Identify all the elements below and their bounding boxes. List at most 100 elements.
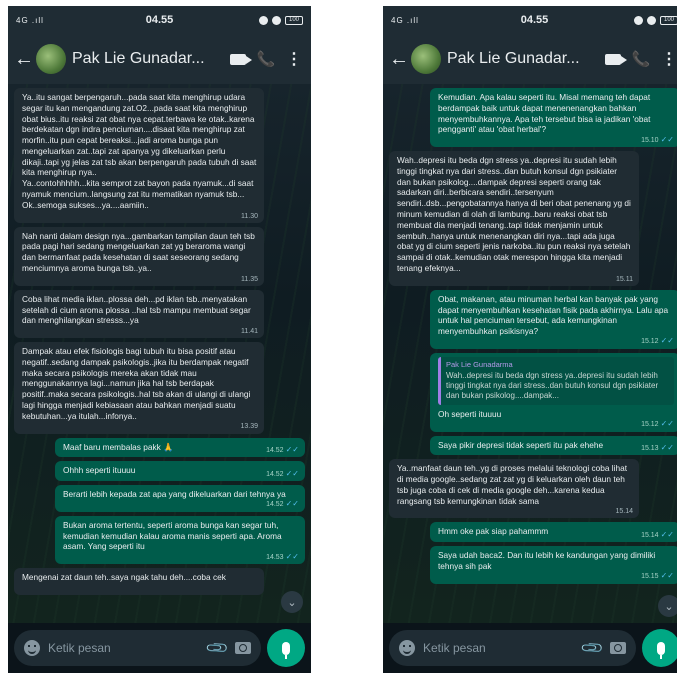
microphone-icon [282,641,290,659]
scroll-down-button[interactable]: ⌄ [658,595,677,617]
camera-icon[interactable] [610,642,626,654]
chevron-down-icon: ⌄ [664,600,674,613]
read-receipt-icon: ✓✓ [660,442,674,452]
outgoing-message[interactable]: Bukan aroma tertentu, seperti aroma bung… [55,515,305,565]
outgoing-message[interactable]: Saya udah baca2. Dan itu lebih ke kandun… [430,546,677,584]
phone-icon: 📞 [256,51,276,68]
voice-message-button[interactable] [267,629,305,667]
message-text: Kemudian. Apa kalau seperti itu. Misal m… [438,92,651,135]
video-call-button[interactable] [227,53,252,65]
message-input[interactable]: Ketik pesan 📎 [389,630,636,666]
message-time: 11.41 [241,327,258,335]
message-text: Bukan aroma tertentu, seperti aroma bung… [63,519,282,552]
message-time: 15.10 ✓✓ [641,134,674,144]
message-text: Ya..itu sangat berpengaruh...pada saat k… [22,92,257,210]
video-call-button[interactable] [602,53,627,65]
message-text: Maaf baru membalas pakk 🙏 [63,441,174,452]
chat-header: ← Pak Lie Gunadar... 📞 ⋮ [383,34,677,84]
more-options-icon[interactable]: ⋮ [283,49,305,69]
read-receipt-icon: ✓✓ [660,134,674,144]
outgoing-message[interactable]: Hmm oke pak siap pahammm 15.14 ✓✓ [430,522,677,543]
voice-call-button[interactable]: 📞 [255,50,277,68]
message-time: 15.15 ✓✓ [641,571,674,581]
message-text: Ohhh seperti ituuuu [63,465,136,476]
phone-screen-right: 4G .ıll 04.55 100 ← Pak Lie Gunadar... 📞… [383,6,677,673]
incoming-message[interactable]: Wah..depresi itu beda dgn stress ya..dep… [389,151,639,286]
read-receipt-icon: ✓✓ [285,499,299,509]
phone-icon: 📞 [631,51,651,68]
back-arrow-icon[interactable]: ← [14,48,34,71]
camera-icon[interactable] [235,642,251,654]
message-list[interactable]: Ya..itu sangat berpengaruh...pada saat k… [8,84,311,623]
read-receipt-icon: ✓✓ [285,551,299,561]
avatar[interactable] [36,44,66,74]
message-time: 15.14 ✓✓ [641,529,674,539]
voice-call-button[interactable]: 📞 [630,50,652,68]
attach-icon[interactable]: 📎 [580,635,605,661]
read-receipt-icon: ✓✓ [660,571,674,581]
avatar[interactable] [411,44,441,74]
message-time: 14.52 ✓✓ [266,499,299,509]
outgoing-message[interactable]: Maaf baru membalas pakk 🙏 14.52 ✓✓ [55,437,305,458]
status-bar: 4G .ıll 04.55 100 [383,6,677,34]
read-receipt-icon: ✓✓ [660,336,674,346]
incoming-message[interactable]: Mengenai zat daun teh..saya ngak tahu de… [14,568,264,595]
outgoing-message[interactable]: Saya pikir depresi tidak seperti itu pak… [430,435,677,456]
message-text: Mengenai zat daun teh..saya ngak tahu de… [22,572,226,583]
message-text: Dampak atau efek fisiologis bagi tubuh i… [22,346,251,421]
read-receipt-icon: ✓✓ [285,444,299,454]
message-list[interactable]: Kemudian. Apa kalau seperti itu. Misal m… [383,84,677,623]
attach-icon[interactable]: 📎 [205,635,230,661]
message-time: 15.11 [616,275,633,283]
emoji-icon[interactable] [24,640,40,656]
message-text: Berarti lebih kepada zat apa yang dikelu… [63,489,286,500]
outgoing-message[interactable]: Berarti lebih kepada zat apa yang dikelu… [55,485,305,512]
status-time: 04.55 [145,14,174,26]
contact-name[interactable]: Pak Lie Gunadar... [447,50,596,68]
message-time: 11.30 [241,212,258,220]
incoming-message[interactable]: Ya..itu sangat berpengaruh...pada saat k… [14,88,264,223]
message-text: Obat, makanan, atau minuman herbal kan b… [438,293,669,337]
video-camera-icon [230,53,252,65]
quoted-text: Wah..depresi itu beda dgn stress ya..dep… [446,370,659,401]
message-time: 15.12 ✓✓ [641,419,674,429]
video-camera-icon [605,53,627,65]
read-receipt-icon: ✓✓ [660,529,674,539]
message-time: 15.14 [615,508,633,516]
outgoing-message[interactable]: Kemudian. Apa kalau seperti itu. Misal m… [430,88,677,148]
incoming-message[interactable]: Coba lihat media iklan..plossa deh...pd … [14,289,264,339]
scroll-down-button[interactable]: ⌄ [281,591,303,613]
back-arrow-icon[interactable]: ← [389,48,409,71]
incoming-message[interactable]: Dampak atau efek fisiologis bagi tubuh i… [14,342,264,434]
message-text: Oh seperti ituuuu [438,408,502,419]
quoted-sender: Pak Lie Gunadarma [446,359,513,369]
message-placeholder[interactable]: Ketik pesan [48,641,200,655]
outgoing-message[interactable]: Pak Lie Gunadarma Wah..depresi itu beda d… [430,352,677,432]
status-bar: 4G .ıll 04.55 100 [8,6,311,34]
message-input[interactable]: Ketik pesan 📎 [14,630,261,666]
message-input-bar: Ketik pesan 📎 [383,623,677,673]
message-time: 13.39 [240,423,258,431]
quoted-message[interactable]: Pak Lie Gunadarma Wah..depresi itu beda d… [438,356,674,405]
status-time: 04.55 [520,14,549,26]
outgoing-message[interactable]: Obat, makanan, atau minuman herbal kan b… [430,289,677,349]
phone-screen-left: 4G .ıll 04.55 100 ← Pak Lie Gunadar... 📞… [8,6,311,673]
chevron-down-icon: ⌄ [287,596,297,609]
message-text: Nah nanti dalam design nya...gambarkan t… [22,230,255,273]
message-text: Saya udah baca2. Dan itu lebih ke kandun… [438,550,656,572]
more-options-icon[interactable]: ⋮ [658,49,677,69]
read-receipt-icon: ✓✓ [660,419,674,429]
read-receipt-icon: ✓✓ [285,468,299,478]
incoming-message[interactable]: Ya..manfaat daun teh..yg di proses melal… [389,459,639,519]
message-placeholder[interactable]: Ketik pesan [423,641,575,655]
emoji-icon[interactable] [399,640,415,656]
contact-name[interactable]: Pak Lie Gunadar... [72,50,221,68]
message-time: 14.52 ✓✓ [266,468,299,478]
message-text: Coba lihat media iklan..plossa deh...pd … [22,293,251,326]
message-text: Ya..manfaat daun teh..yg di proses melal… [397,463,627,506]
incoming-message[interactable]: Nah nanti dalam design nya...gambarkan t… [14,226,264,286]
message-time: 11.35 [241,275,258,283]
voice-message-button[interactable] [642,629,677,667]
message-time: 15.13 ✓✓ [641,442,674,452]
outgoing-message[interactable]: Ohhh seperti ituuuu 14.52 ✓✓ [55,461,305,482]
